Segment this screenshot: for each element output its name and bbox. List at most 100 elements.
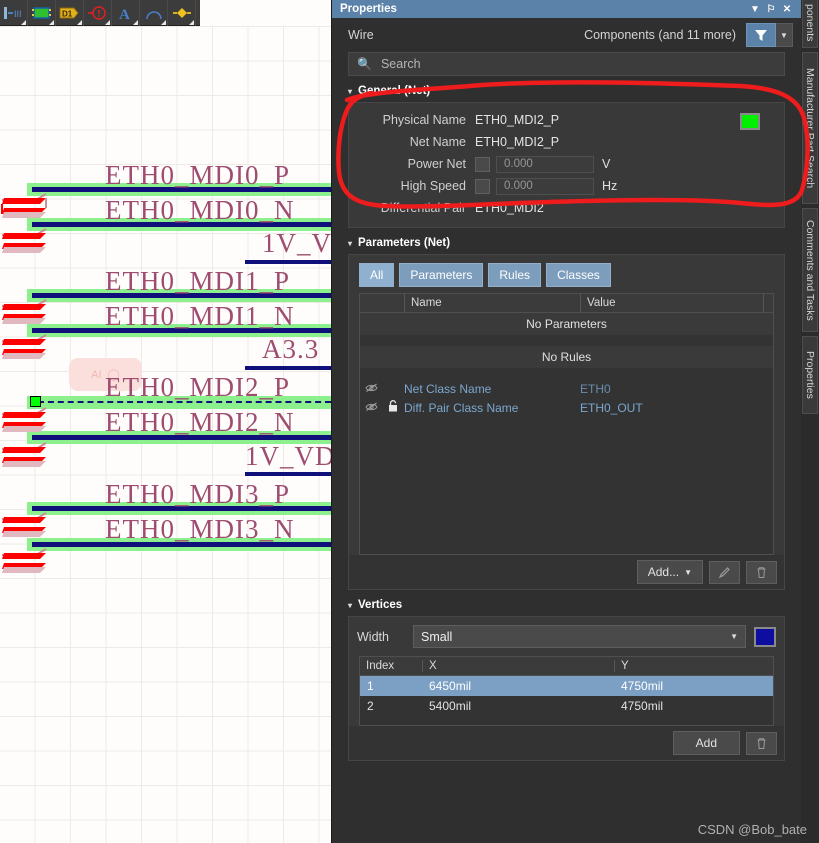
width-label: Width (357, 629, 389, 644)
add-vertex-button[interactable]: Add (672, 731, 740, 755)
table-row[interactable]: Net Class Name ETH0 (360, 379, 773, 398)
vertex-y[interactable]: 4750mil (614, 679, 773, 693)
net-label-eth0-mdi3-p[interactable]: ETH0_MDI3_P (105, 479, 290, 510)
power-net-value-input[interactable]: 0.000 (496, 155, 594, 173)
tab-classes[interactable]: Classes (546, 263, 611, 287)
parameter-value[interactable]: ETH0_OUT (580, 401, 643, 415)
delete-parameter-button[interactable] (746, 560, 777, 584)
wire-segment[interactable] (245, 260, 331, 264)
parameters-table-header: Name Value (360, 294, 773, 313)
net-label-1v-vd[interactable]: 1V_VD (245, 441, 331, 472)
col-end (763, 294, 773, 312)
vertical-tab-components[interactable]: ponents (802, 0, 818, 48)
tab-parameters[interactable]: Parameters (399, 263, 484, 287)
vertical-tab-properties[interactable]: Properties (802, 336, 818, 414)
net-name-value: ETH0_MDI2_P (475, 135, 560, 149)
wire-segment[interactable] (245, 472, 331, 476)
net-label-1v-v[interactable]: 1V_V (262, 228, 331, 259)
power-net-row: Power Net 0.000 V (349, 153, 784, 175)
high-speed-value-input[interactable]: 0.000 (496, 177, 594, 195)
port-symbol[interactable] (0, 227, 70, 267)
search-input-wrapper[interactable]: 🔍 (348, 52, 785, 76)
wire-color-swatch[interactable] (754, 626, 776, 647)
parameter-name[interactable]: Diff. Pair Class Name (404, 401, 580, 415)
place-wire-button[interactable]: III (0, 0, 28, 26)
vertices-title: Vertices (358, 599, 403, 611)
port-symbol[interactable] (0, 333, 70, 373)
search-input[interactable] (378, 56, 776, 72)
power-net-checkbox[interactable] (475, 156, 490, 172)
place-no-erc-button[interactable] (84, 0, 112, 26)
schematic-toolbar[interactable]: III D1 A (0, 0, 200, 26)
chevron-down-icon[interactable]: ▼ (776, 23, 793, 47)
tab-all[interactable]: All (359, 263, 395, 287)
net-label-a33[interactable]: A3.3 (262, 334, 319, 365)
ai-badge-icon: AI (91, 368, 102, 381)
right-dock-tabstrip: ponents Manufacturer Part Search Comment… (801, 0, 819, 843)
panel-titlebar[interactable]: Properties ▼ ⚐ ✕ (332, 0, 801, 18)
tab-rules[interactable]: Rules (488, 263, 542, 287)
net-label-eth0-mdi0-p[interactable]: ETH0_MDI0_P (105, 160, 290, 191)
chevron-down-icon: ▼ (730, 632, 738, 641)
port-symbol[interactable] (0, 547, 70, 587)
col-x[interactable]: X (422, 660, 614, 672)
port-symbol[interactable] (0, 192, 70, 232)
wire-vertex-handle[interactable] (30, 396, 41, 407)
net-label-eth0-mdi2-n[interactable]: ETH0_MDI2_N (105, 407, 294, 438)
schematic-canvas[interactable]: ETH0_MDI0_P ETH0_MDI0_N 1V_V ETH0_MDI1_P… (0, 0, 331, 843)
net-label-eth0-mdi1-n[interactable]: ETH0_MDI1_N (105, 301, 294, 332)
net-label-eth0-mdi3-n[interactable]: ETH0_MDI3_N (105, 514, 294, 545)
net-label-eth0-mdi1-p[interactable]: ETH0_MDI1_P (105, 266, 290, 297)
parameter-name[interactable]: Net Class Name (404, 382, 580, 396)
edit-parameter-button[interactable] (709, 560, 740, 584)
net-label-eth0-mdi0-n[interactable]: ETH0_MDI0_N (105, 195, 294, 226)
funnel-icon[interactable] (746, 23, 776, 47)
vertex-y[interactable]: 4750mil (614, 699, 773, 713)
port-symbol[interactable] (0, 406, 70, 446)
port-symbol[interactable] (0, 298, 70, 338)
vertical-tab-comments-and-tasks[interactable]: Comments and Tasks (802, 208, 818, 332)
high-speed-checkbox[interactable] (475, 178, 490, 194)
general-net-section-header[interactable]: ▾ General (Net) (332, 76, 801, 102)
table-row[interactable]: 1 6450mil 4750mil (360, 676, 773, 696)
delete-vertex-button[interactable] (746, 731, 777, 755)
parameters-footer-toolbar: Add... ▼ (349, 555, 784, 589)
general-net-title: General (Net) (358, 85, 431, 97)
width-select[interactable]: Small ▼ (413, 625, 746, 648)
vertical-tab-manufacturer-part-search[interactable]: Manufacturer Part Search (802, 52, 818, 204)
col-value[interactable]: Value (580, 294, 763, 312)
port-symbol[interactable] (0, 511, 70, 551)
vertex-x[interactable]: 6450mil (422, 679, 614, 693)
table-row[interactable]: 2 5400mil 4750mil (360, 696, 773, 716)
net-color-swatch[interactable] (740, 113, 760, 130)
parameters-net-section-header[interactable]: ▾ Parameters (Net) (332, 228, 801, 254)
table-row[interactable]: Diff. Pair Class Name ETH0_OUT (360, 398, 773, 417)
lock-icon[interactable] (382, 400, 404, 415)
parameters-net-group: All Parameters Rules Classes Name Value … (348, 254, 785, 590)
eye-off-icon[interactable] (360, 382, 382, 396)
place-bus-button[interactable] (28, 0, 56, 26)
add-parameter-button[interactable]: Add... ▼ (636, 560, 703, 584)
vertex-x[interactable]: 5400mil (422, 699, 614, 713)
col-name[interactable]: Name (404, 294, 580, 312)
port-symbol[interactable] (0, 441, 70, 481)
panel-close-button[interactable]: ✕ (779, 1, 795, 17)
place-text-button[interactable]: A (112, 0, 140, 26)
vertices-table-header: Index X Y (360, 657, 773, 676)
col-index[interactable]: Index (360, 660, 422, 672)
wire-segment[interactable] (245, 366, 331, 370)
vertices-group: Width Small ▼ Index X Y 1 6450mil 4750mi… (348, 616, 785, 761)
net-label-eth0-mdi2-p[interactable]: ETH0_MDI2_P (105, 372, 290, 403)
place-net-label-button[interactable]: D1 (56, 0, 84, 26)
eye-off-icon[interactable] (360, 401, 382, 415)
vertices-section-header[interactable]: ▾ Vertices (332, 590, 801, 616)
panel-pin-button[interactable]: ⚐ (763, 1, 779, 17)
place-arc-button[interactable] (140, 0, 168, 26)
parameter-value[interactable]: ETH0 (580, 382, 611, 396)
parameters-tab-strip[interactable]: All Parameters Rules Classes (349, 255, 784, 293)
physical-name-row: Physical Name ETH0_MDI2_P (349, 109, 784, 131)
collapse-triangle-icon: ▾ (348, 86, 353, 96)
place-junction-button[interactable] (168, 0, 196, 26)
col-y[interactable]: Y (614, 660, 773, 672)
panel-menu-button[interactable]: ▼ (747, 1, 763, 17)
